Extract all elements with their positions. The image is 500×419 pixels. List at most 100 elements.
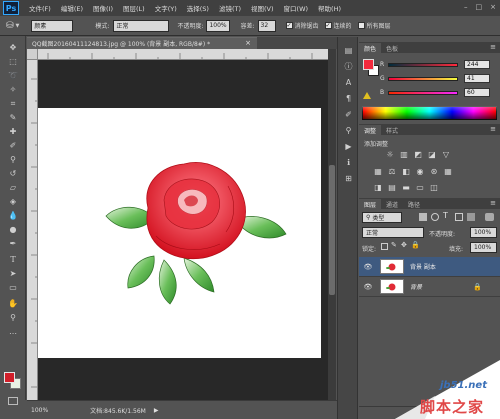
- contiguous-checkbox[interactable]: ✓: [324, 22, 332, 29]
- photo-filter-icon[interactable]: ◉: [415, 167, 425, 176]
- color-fg-swatch[interactable]: [363, 59, 374, 70]
- menu-image[interactable]: 图像(I): [93, 3, 113, 13]
- tab-paths[interactable]: 路径: [403, 199, 425, 209]
- mode-select[interactable]: 正常: [113, 19, 170, 32]
- quick-mask-icon[interactable]: [8, 397, 18, 405]
- curves-icon[interactable]: ◩: [413, 150, 423, 159]
- menu-type[interactable]: 文字(Y): [155, 3, 177, 13]
- menu-select[interactable]: 选择(S): [187, 3, 209, 13]
- filter-toggle-icon[interactable]: [485, 213, 494, 221]
- properties-panel-icon[interactable]: ⓘ: [343, 61, 354, 71]
- tool-preset-icon[interactable]: ⛁: [6, 21, 14, 31]
- menu-file[interactable]: 文件(F): [29, 3, 51, 13]
- info-panel-icon[interactable]: ℹ: [343, 157, 354, 167]
- tab-color[interactable]: 颜色: [359, 43, 382, 53]
- filter-smart-icon[interactable]: [467, 213, 475, 221]
- foreground-color-swatch[interactable]: [4, 372, 15, 383]
- minimize-button[interactable]: –: [464, 3, 468, 11]
- menu-edit[interactable]: 编辑(E): [61, 3, 83, 13]
- navigator-panel-icon[interactable]: ⊞: [343, 173, 354, 183]
- color-lookup-icon[interactable]: ▦: [443, 167, 453, 176]
- layer-row-background-copy[interactable]: 👁 背景 副本: [359, 257, 500, 277]
- red-value-field[interactable]: 244: [464, 60, 490, 69]
- menu-help[interactable]: 帮助(H): [318, 3, 341, 13]
- horizontal-ruler[interactable]: [38, 49, 328, 60]
- panel-menu-icon[interactable]: ≡: [490, 43, 496, 51]
- blur-tool-icon[interactable]: 💧: [6, 210, 20, 221]
- red-slider[interactable]: [388, 62, 458, 67]
- history-brush-tool-icon[interactable]: ↺: [6, 168, 20, 179]
- document-tab[interactable]: QQ截图20160411124813.jpg @ 100% (背景 副本, RG…: [27, 37, 257, 49]
- vibrance-icon[interactable]: ▽: [441, 150, 451, 159]
- close-icon[interactable]: ×: [245, 39, 251, 47]
- tolerance-field[interactable]: 32: [257, 19, 276, 32]
- blend-mode-select[interactable]: 正常: [362, 227, 424, 238]
- brightness-icon[interactable]: ☼: [385, 150, 395, 159]
- lock-position-icon[interactable]: ✥: [401, 241, 407, 249]
- fill-field[interactable]: 100%: [470, 242, 497, 253]
- document-canvas[interactable]: [38, 108, 321, 358]
- actions-panel-icon[interactable]: ▶: [343, 141, 354, 151]
- lock-all-icon[interactable]: 🔒: [411, 241, 420, 249]
- character-panel-icon[interactable]: A: [343, 77, 354, 87]
- layer-opacity-field[interactable]: 100%: [470, 227, 497, 238]
- layer-row-background[interactable]: 👁 背景 🔒: [359, 277, 500, 297]
- hue-saturation-icon[interactable]: ▦: [373, 167, 383, 176]
- all-layers-checkbox[interactable]: [357, 22, 365, 29]
- menu-window[interactable]: 窗口(W): [284, 3, 309, 13]
- move-tool-icon[interactable]: ✥: [6, 42, 20, 53]
- black-white-icon[interactable]: ◧: [401, 167, 411, 176]
- zoom-level[interactable]: 100%: [31, 407, 48, 414]
- status-arrow-icon[interactable]: ▶: [154, 407, 159, 414]
- brush-panel-icon[interactable]: ✐: [343, 109, 354, 119]
- close-button[interactable]: ×: [490, 3, 496, 11]
- path-selection-tool-icon[interactable]: ➤: [6, 268, 20, 279]
- warning-icon[interactable]: [363, 92, 371, 99]
- tab-adjustments[interactable]: 调整: [359, 125, 382, 135]
- antialias-checkbox[interactable]: ✓: [285, 22, 293, 29]
- layer-kind-filter[interactable]: ⚲ 类型: [362, 212, 402, 223]
- invert-icon[interactable]: ◨: [373, 183, 383, 192]
- clone-stamp-tool-icon[interactable]: ⚲: [6, 154, 20, 165]
- tab-swatches[interactable]: 色板: [381, 43, 403, 53]
- lasso-tool-icon[interactable]: ➰: [6, 70, 20, 81]
- blue-slider[interactable]: [388, 90, 458, 95]
- levels-icon[interactable]: ▥: [399, 150, 409, 159]
- panel-menu-icon[interactable]: ≡: [490, 199, 496, 207]
- magic-wand-tool-icon[interactable]: ✧: [6, 84, 20, 95]
- shape-tool-icon[interactable]: ▭: [6, 282, 20, 293]
- filter-type-icon[interactable]: T: [443, 211, 448, 220]
- vertical-ruler[interactable]: [27, 49, 38, 400]
- blue-value-field[interactable]: 60: [464, 88, 490, 97]
- green-slider[interactable]: [388, 76, 458, 81]
- eye-icon[interactable]: 👁: [362, 263, 374, 271]
- lock-transparent-icon[interactable]: [381, 243, 388, 250]
- menu-filter[interactable]: 滤镜(T): [219, 3, 241, 13]
- channel-mixer-icon[interactable]: ⊛: [429, 167, 439, 176]
- filter-adjust-icon[interactable]: [431, 213, 439, 221]
- zoom-tool-icon[interactable]: ⚲: [6, 312, 20, 323]
- dodge-tool-icon[interactable]: ●: [6, 224, 20, 235]
- selective-color-icon[interactable]: ◫: [429, 183, 439, 192]
- brush-tool-icon[interactable]: ✐: [6, 140, 20, 151]
- color-balance-icon[interactable]: ⚖: [387, 167, 397, 176]
- healing-brush-tool-icon[interactable]: ✚: [6, 126, 20, 137]
- marquee-tool-icon[interactable]: ⬚: [6, 56, 20, 67]
- eyedropper-tool-icon[interactable]: ✎: [6, 112, 20, 123]
- extra-tools-icon[interactable]: ⋯: [6, 328, 20, 339]
- posterize-icon[interactable]: ▤: [387, 183, 397, 192]
- eraser-tool-icon[interactable]: ▱: [6, 182, 20, 193]
- threshold-icon[interactable]: ▬: [401, 183, 411, 192]
- green-value-field[interactable]: 41: [464, 74, 490, 83]
- ruler-origin[interactable]: [27, 49, 38, 60]
- scrollbar-thumb[interactable]: [329, 165, 335, 295]
- history-panel-icon[interactable]: ▤: [343, 45, 354, 55]
- tab-channels[interactable]: 通道: [381, 199, 403, 209]
- clone-source-panel-icon[interactable]: ⚲: [343, 125, 354, 135]
- menu-view[interactable]: 视图(V): [251, 3, 274, 13]
- filter-shape-icon[interactable]: [455, 213, 463, 221]
- type-tool-icon[interactable]: T: [6, 254, 20, 265]
- exposure-icon[interactable]: ◪: [427, 150, 437, 159]
- paint-bucket-tool-icon[interactable]: ◈: [6, 196, 20, 207]
- opacity-field[interactable]: 100%: [206, 19, 231, 32]
